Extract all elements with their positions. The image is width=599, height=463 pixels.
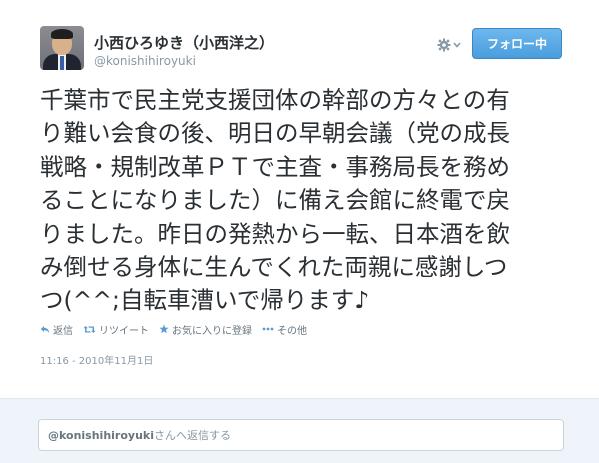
user-actions-menu[interactable] (437, 37, 463, 53)
tweet-actions: 返信 リツイート お気に入りに登録 その他 (40, 321, 317, 337)
tweet-text-line: り難い会食の後、明日の早朝会議（党の成長 (40, 119, 510, 148)
reply-mention: @konishihiroyuki (48, 428, 154, 442)
more-dots-icon (262, 327, 274, 331)
gear-icon (437, 38, 451, 52)
reply-icon (40, 325, 50, 334)
tweet-text-line: つ(^^;自転車漕いで帰ります♪ (40, 286, 370, 315)
tweet-timestamp[interactable]: 11:16 - 2010年11月1日 (40, 352, 153, 367)
tweet-card: 小西ひろゆき（小西洋之） @konishihiroyuki フォロー中 千葉市で… (0, 0, 599, 463)
tweet-text-line: 千葉市で民主党支援団体の幹部の方々との有 (40, 86, 510, 114)
more-label: その他 (277, 325, 307, 337)
retweet-icon (83, 325, 96, 334)
tweet-text-line: ることになりました）に備え会館に終電で戻 (40, 186, 510, 215)
avatar-tie (60, 56, 64, 70)
reply-area: @konishihiroyuki さんへ返信する (0, 398, 599, 463)
reply-input[interactable]: @konishihiroyuki さんへ返信する (38, 419, 564, 451)
star-icon (159, 324, 169, 334)
tweet-text: 千葉市で民主党支援団体の幹部の方々との有 り難い会食の後、明日の早朝会議（党の成… (40, 84, 570, 318)
reply-label: 返信 (53, 325, 73, 337)
favorite-action[interactable]: お気に入りに登録 (159, 322, 252, 337)
retweet-action[interactable]: リツイート (83, 322, 149, 337)
retweet-label: リツイート (99, 325, 149, 337)
chevron-down-icon (453, 42, 461, 48)
tweet-text-line: 戦略・規制改革ＰＴで主査・事務局長を務め (40, 152, 510, 181)
more-action[interactable]: その他 (262, 322, 307, 337)
tweet-text-line: りました。昨日の発熱から一転、日本酒を飲 (40, 219, 510, 248)
reply-placeholder: さんへ返信する (154, 429, 231, 442)
user-handle[interactable]: @konishihiroyuki (94, 54, 196, 68)
avatar-hair (51, 29, 73, 39)
favorite-label: お気に入りに登録 (172, 325, 252, 337)
following-button[interactable]: フォロー中 (472, 28, 562, 59)
user-display-name[interactable]: 小西ひろゆき（小西洋之） (94, 32, 274, 53)
tweet-text-line: み倒せる身体に生んでくれた両親に感謝しつ (40, 253, 508, 282)
reply-action[interactable]: 返信 (40, 322, 73, 337)
avatar[interactable] (40, 26, 84, 70)
